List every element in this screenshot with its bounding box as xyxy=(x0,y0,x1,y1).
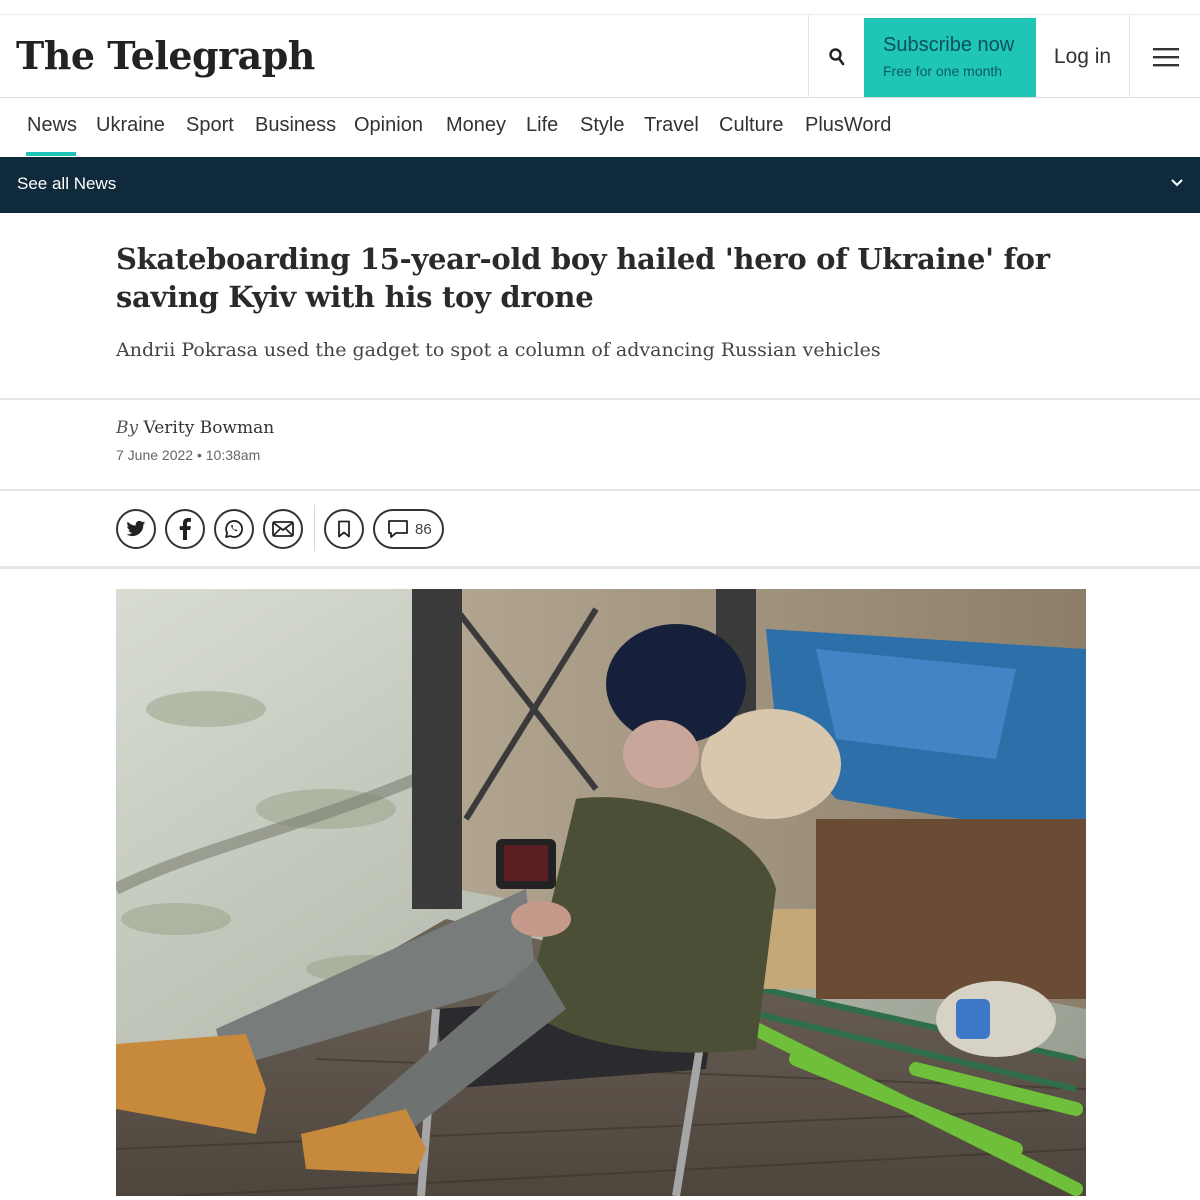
nav-item-travel[interactable]: Travel xyxy=(644,114,699,137)
nav-item-style[interactable]: Style xyxy=(580,114,624,137)
twitter-icon xyxy=(126,520,146,537)
share-facebook-button[interactable] xyxy=(165,509,205,549)
nav-item-news[interactable]: News xyxy=(27,114,77,137)
nav-item-money[interactable]: Money xyxy=(446,114,506,137)
chevron-down-icon[interactable] xyxy=(1170,175,1184,189)
article-headline: Skateboarding 15-year-old boy hailed 'he… xyxy=(116,242,1050,314)
hamburger-menu-icon xyxy=(1152,47,1179,66)
login-button[interactable]: Log in xyxy=(1036,15,1130,98)
share-email-button[interactable] xyxy=(263,509,303,549)
nav-item-life[interactable]: Life xyxy=(526,114,558,137)
nav-item-business[interactable]: Business xyxy=(255,114,336,137)
search-icon xyxy=(828,47,844,65)
comment-count: 86 xyxy=(415,520,432,538)
comments-button[interactable]: 86 xyxy=(373,509,444,549)
email-icon xyxy=(272,521,294,537)
nav-item-plusword[interactable]: PlusWord xyxy=(805,114,891,137)
subscribe-sublabel: Free for one month xyxy=(883,63,1003,79)
nav-item-ukraine[interactable]: Ukraine xyxy=(96,114,165,137)
telegraph-logo[interactable]: The Telegraph xyxy=(16,33,315,78)
subscribe-button[interactable]: Subscribe now Free for one month xyxy=(864,18,1036,97)
main-nav: News Ukraine Sport Business Opinion Mone… xyxy=(0,98,1200,157)
bookmark-icon xyxy=(338,520,350,538)
article-photo xyxy=(116,589,1086,1196)
menu-button[interactable] xyxy=(1131,15,1200,98)
share-twitter-button[interactable] xyxy=(116,509,156,549)
byline: By Verity Bowman xyxy=(116,418,274,438)
site-header: The Telegraph Subscribe now Free for one… xyxy=(0,14,1200,98)
comment-icon xyxy=(388,520,408,538)
nav-item-culture[interactable]: Culture xyxy=(719,114,783,137)
author-name[interactable]: Verity Bowman xyxy=(144,418,275,438)
search-button[interactable] xyxy=(808,15,864,98)
share-whatsapp-button[interactable] xyxy=(214,509,254,549)
see-all-news-link[interactable]: See all News xyxy=(17,174,116,194)
active-nav-indicator xyxy=(26,152,76,156)
bookmark-button[interactable] xyxy=(324,509,364,549)
section-bar[interactable]: See all News xyxy=(0,157,1200,213)
share-divider xyxy=(314,505,315,551)
publish-date: 7 June 2022 • 10:38am xyxy=(116,447,261,463)
nav-item-sport[interactable]: Sport xyxy=(186,114,234,137)
nav-item-opinion[interactable]: Opinion xyxy=(354,114,423,137)
facebook-icon xyxy=(179,518,191,540)
divider xyxy=(0,398,1200,400)
whatsapp-icon xyxy=(225,520,243,538)
divider xyxy=(0,489,1200,491)
divider xyxy=(0,566,1200,569)
byline-prefix: By xyxy=(116,418,139,438)
subscribe-label: Subscribe now xyxy=(883,34,1015,56)
article-standfirst: Andrii Pokrasa used the gadget to spot a… xyxy=(116,339,881,361)
photo-boy-with-drone-controller xyxy=(116,589,1086,1196)
